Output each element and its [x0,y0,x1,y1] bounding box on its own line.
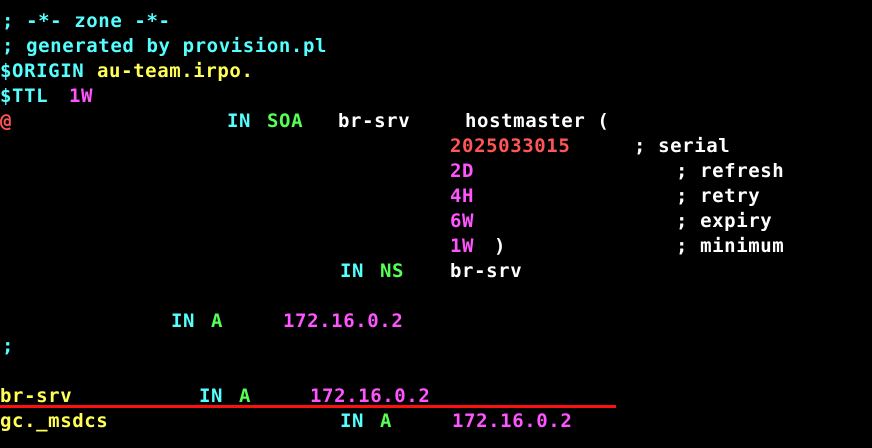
ttl-value: 1W [69,85,94,107]
serial-comment: ; serial [634,135,731,157]
comment-zone-line: ; -*- zone -*- [2,10,171,32]
ttl-directive: $TTL [0,85,49,107]
red-underline-annotation [0,405,616,408]
separator-comment: ; [2,335,15,357]
refresh-value: 2D [450,160,475,182]
ns-value: br-srv [450,260,523,282]
expiry-value: 6W [450,210,475,232]
origin-directive: $ORIGIN [0,60,85,82]
soa-contact: hostmaster ( [465,110,610,132]
expiry-comment: ; expiry [676,210,773,232]
retry-value: 4H [450,185,475,207]
host2-type: A [380,410,393,432]
host2-name: gc._msdcs [0,410,109,432]
terminal-window[interactable]: ; -*- zone -*- ; generated by provision.… [0,0,872,448]
ns-class: IN [340,260,365,282]
apex-address: 172.16.0.2 [283,310,404,332]
soa-origin-at: @ [0,110,13,132]
host2-class: IN [340,410,365,432]
retry-comment: ; retry [676,185,761,207]
host2-address: 172.16.0.2 [452,410,573,432]
minimum-comment: ; minimum [676,235,785,257]
serial-value: 2025033015 [450,135,571,157]
soa-primary-ns: br-srv [338,110,411,132]
minimum-close-paren: ) [494,235,507,257]
soa-type: SOA [267,110,304,132]
minimum-value: 1W [450,235,475,257]
soa-class: IN [227,110,252,132]
ns-type: NS [380,260,405,282]
refresh-comment: ; refresh [676,160,785,182]
apex-class: IN [171,310,196,332]
apex-type: A [211,310,224,332]
comment-generated-line: ; generated by provision.pl [2,35,328,57]
origin-value: au-team.irpo. [97,60,254,82]
